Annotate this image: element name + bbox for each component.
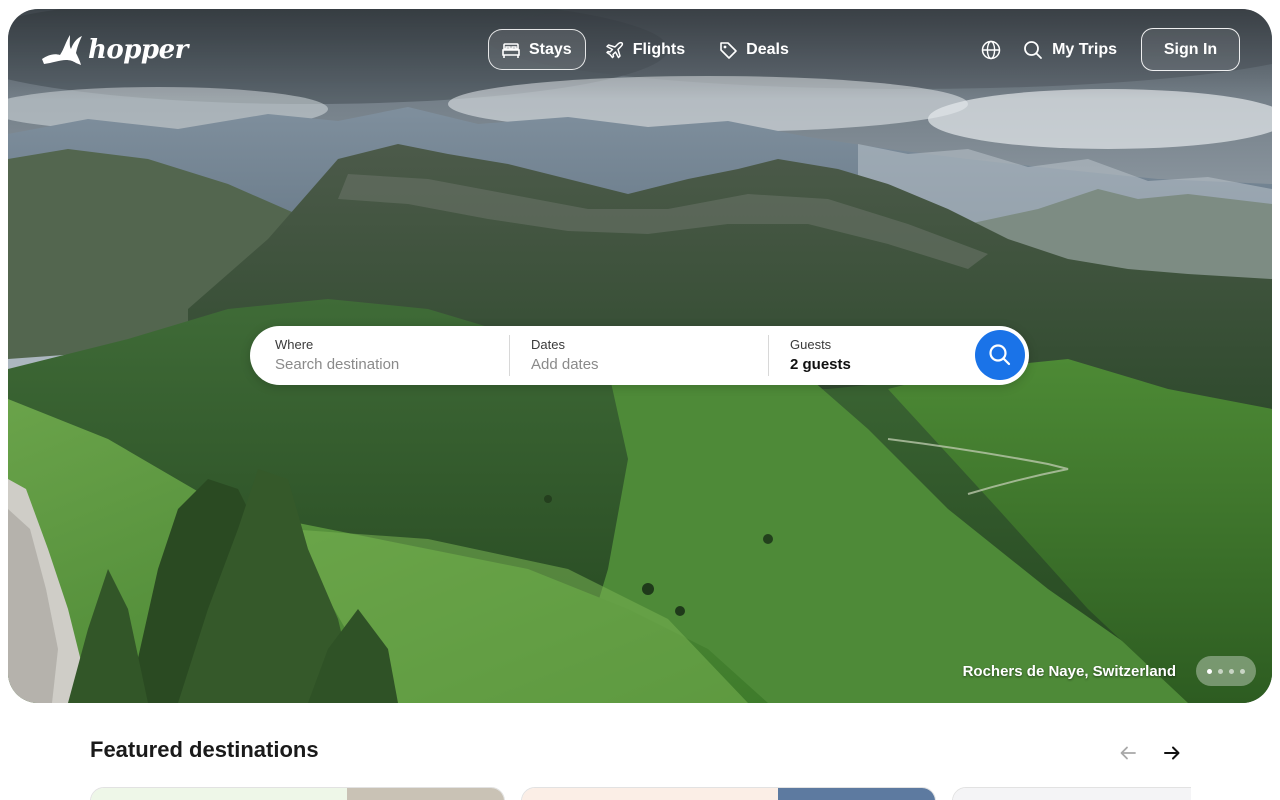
search-submit-button[interactable] [975,330,1025,380]
sign-in-button[interactable]: Sign In [1141,28,1240,71]
destination-card[interactable] [521,787,936,800]
tab-flights[interactable]: Flights [592,29,699,70]
card-image [347,788,504,800]
carousel-prev-button[interactable] [1117,742,1139,764]
card-panel [91,788,347,800]
arrow-left-icon [1120,746,1136,760]
tab-deals-label: Deals [746,40,789,58]
slide-indicator[interactable] [1196,656,1256,686]
bed-icon [502,42,520,58]
where-field[interactable]: Where Search destination [250,335,510,376]
carousel-next-button[interactable] [1161,742,1183,764]
bunny-logo-icon [42,35,82,65]
my-trips-link[interactable]: My Trips [1023,40,1117,60]
photo-caption: Rochers de Naye, Switzerland [962,663,1176,680]
arrow-right-icon [1164,746,1180,760]
account-nav: My Trips Sign In [971,28,1240,71]
featured-title: Featured destinations [90,737,319,762]
dates-label: Dates [531,337,565,352]
card-panel [953,788,1191,800]
destination-card[interactable] [90,787,505,800]
slide-dot-2[interactable] [1218,668,1223,674]
hopper-logo[interactable]: hopper [40,33,188,67]
slide-dot-3[interactable] [1229,668,1234,674]
search-icon [1024,40,1042,59]
tab-stays[interactable]: Stays [488,29,586,70]
dates-input[interactable]: Add dates [531,355,768,374]
card-image [778,788,935,800]
slide-dot-1[interactable] [1207,668,1212,674]
plane-icon [605,41,623,58]
brand-name: hopper [88,35,188,65]
dates-field[interactable]: Dates Add dates [510,335,769,376]
globe-icon [981,40,1001,59]
hero-banner: hopper Stays Flights Deals My Trips Sign… [8,9,1272,703]
where-label: Where [275,337,314,352]
language-button[interactable] [971,29,1011,71]
slide-dot-4[interactable] [1240,668,1245,674]
search-bar: Where Search destination Dates Add dates… [250,326,1029,385]
destination-card[interactable] [952,787,1191,800]
card-panel [522,788,778,800]
tab-deals[interactable]: Deals [705,29,803,70]
tag-icon [720,41,737,59]
tab-flights-label: Flights [632,40,686,58]
search-icon [989,344,1011,366]
tab-stays-label: Stays [529,40,572,58]
my-trips-label: My Trips [1052,40,1117,58]
product-tabs: Stays Flights Deals [488,29,803,70]
featured-carousel [90,787,1191,800]
where-input[interactable]: Search destination [275,355,509,374]
